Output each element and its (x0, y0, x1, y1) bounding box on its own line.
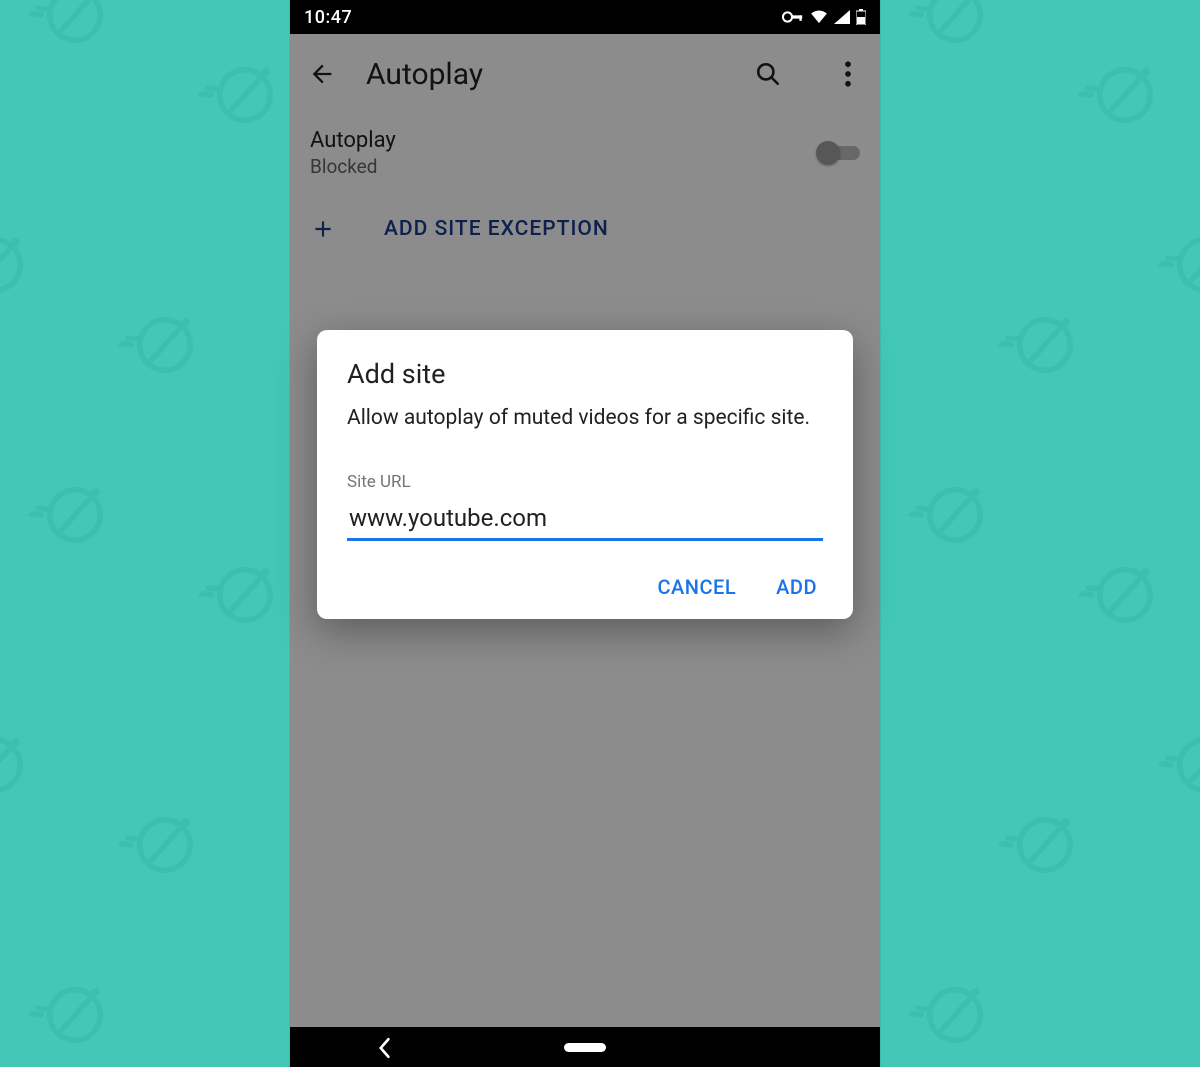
nav-home-pill[interactable] (564, 1043, 606, 1052)
vpn-key-icon: G (782, 10, 804, 24)
cancel-button[interactable]: CANCEL (657, 575, 736, 599)
nav-back-button[interactable] (377, 1037, 391, 1059)
phone-frame: 10:47 G Autoplay (290, 0, 880, 1067)
dialog-description: Allow autoplay of muted videos for a spe… (347, 404, 823, 432)
add-button[interactable]: ADD (776, 575, 817, 599)
battery-icon (856, 9, 866, 25)
wifi-icon (810, 10, 828, 24)
chevron-left-icon (377, 1037, 391, 1059)
dialog-scrim[interactable]: Add site Allow autoplay of muted videos … (290, 34, 880, 1027)
svg-text:G: G (795, 11, 799, 17)
site-url-label: Site URL (347, 472, 823, 492)
cell-signal-icon (834, 10, 850, 24)
dialog-title: Add site (347, 358, 823, 390)
status-time: 10:47 (304, 7, 352, 28)
system-nav-bar (290, 1027, 880, 1067)
status-bar: 10:47 G (290, 0, 880, 34)
site-url-input[interactable] (347, 502, 823, 541)
dialog-actions: CANCEL ADD (347, 575, 823, 599)
add-site-dialog: Add site Allow autoplay of muted videos … (317, 330, 853, 619)
